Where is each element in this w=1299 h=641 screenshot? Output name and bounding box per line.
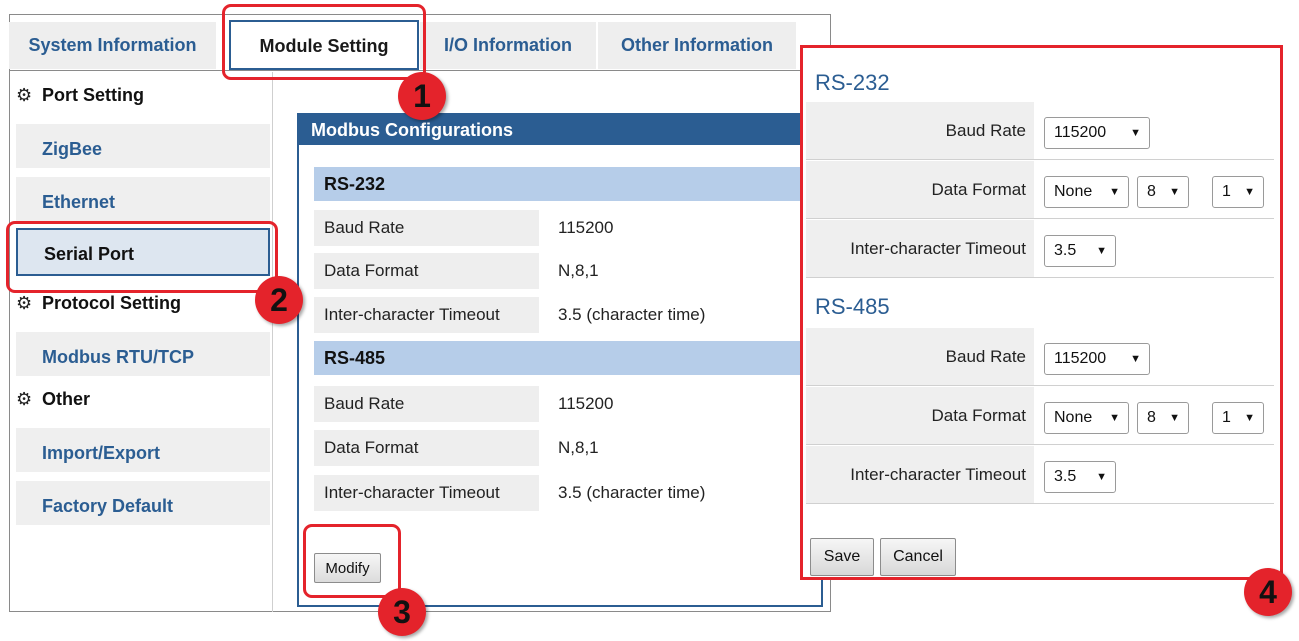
form-rs232-baud-row: Baud Rate 115200 ▼	[806, 102, 1274, 160]
sidebar-item-ethernet[interactable]: Ethernet	[16, 177, 270, 221]
form-rs485-heading: RS-485	[815, 294, 890, 319]
sidebar-section-label: Other	[42, 389, 91, 409]
form-rs485-baud-row: Baud Rate 115200 ▼	[806, 328, 1274, 386]
tab-other-information[interactable]: Other Information	[598, 22, 798, 69]
dropdown-arrow-icon: ▼	[1130, 127, 1141, 139]
form-rs232-heading: RS-232	[815, 70, 890, 95]
cancel-button[interactable]: Cancel	[880, 538, 956, 576]
row-value: 3.5 (character time)	[558, 305, 706, 324]
select-value: 8	[1147, 409, 1156, 426]
form-label: Data Format	[806, 387, 1034, 444]
select-value: 115200	[1054, 124, 1107, 141]
sidebar-item-zigbee[interactable]: ZigBee	[16, 124, 270, 168]
rs232-parity-select[interactable]: None ▼	[1044, 176, 1129, 208]
sidebar-divider	[272, 72, 273, 612]
step-badge-1: 1	[398, 72, 446, 120]
rs485-parity-select[interactable]: None ▼	[1044, 402, 1129, 434]
sidebar-item-modbus-rtu-tcp[interactable]: Modbus RTU/TCP	[16, 332, 270, 376]
dropdown-arrow-icon: ▼	[1096, 245, 1107, 257]
dropdown-arrow-icon: ▼	[1169, 412, 1180, 424]
rs232-baud-select[interactable]: 115200 ▼	[1044, 117, 1150, 149]
select-value: 8	[1147, 183, 1156, 200]
rs232-stopbits-select[interactable]: 1 ▼	[1212, 176, 1264, 208]
row-label: Inter-character Timeout	[314, 475, 539, 511]
select-value: 115200	[1054, 350, 1107, 367]
sidebar-item-import-export[interactable]: Import/Export	[16, 428, 270, 472]
gear-icon: ⚙	[16, 85, 33, 105]
sidebar-item-factory-default[interactable]: Factory Default	[16, 481, 270, 525]
select-value: 1	[1222, 409, 1231, 426]
gear-icon: ⚙	[16, 293, 33, 313]
select-value: None	[1054, 183, 1093, 200]
rs485-baud-select[interactable]: 115200 ▼	[1044, 343, 1150, 375]
form-label: Baud Rate	[806, 328, 1034, 385]
select-value: 1	[1222, 183, 1231, 200]
dropdown-arrow-icon: ▼	[1109, 186, 1120, 198]
sidebar-section-label: Protocol Setting	[42, 293, 181, 313]
rs485-heading: RS-485	[314, 341, 814, 375]
row-value: 115200	[558, 394, 614, 413]
dropdown-arrow-icon: ▼	[1096, 471, 1107, 483]
row-value: 3.5 (character time)	[558, 483, 706, 502]
dropdown-arrow-icon: ▼	[1109, 412, 1120, 424]
tab-io-information[interactable]: I/O Information	[420, 22, 598, 69]
form-rs232-format-row: Data Format None ▼ 8 ▼ 1 ▼	[806, 161, 1274, 219]
sidebar-section-port-setting: ⚙ Port Setting	[16, 78, 144, 112]
select-value: 3.5	[1054, 468, 1077, 485]
form-label: Inter-character Timeout	[806, 446, 1034, 503]
sidebar-section-other: ⚙ Other	[16, 382, 90, 416]
modbus-config-panel: Modbus Configurations RS-232 Baud Rate 1…	[297, 113, 823, 607]
sidebar-section-protocol-setting: ⚙ Protocol Setting	[16, 286, 181, 320]
rs485-databits-select[interactable]: 8 ▼	[1137, 402, 1189, 434]
form-label: Inter-character Timeout	[806, 220, 1034, 277]
row-value: N,8,1	[558, 438, 599, 457]
tab-underline	[9, 70, 831, 71]
step-badge-2: 2	[255, 276, 303, 324]
serial-edit-form: RS-232 Baud Rate 115200 ▼ Data Format Non…	[800, 45, 1283, 580]
row-label: Baud Rate	[314, 210, 539, 246]
modify-button[interactable]: Modify	[314, 553, 381, 583]
form-label: Data Format	[806, 161, 1034, 218]
form-rs232-timeout-row: Inter-character Timeout 3.5 ▼	[806, 220, 1274, 278]
row-label: Data Format	[314, 430, 539, 466]
sidebar-item-serial-port[interactable]: Serial Port	[16, 228, 270, 276]
save-button[interactable]: Save	[810, 538, 874, 576]
rs232-heading: RS-232	[314, 167, 814, 201]
row-label: Inter-character Timeout	[314, 297, 539, 333]
sidebar-section-label: Port Setting	[42, 85, 144, 105]
form-rs485-timeout-row: Inter-character Timeout 3.5 ▼	[806, 446, 1274, 504]
rs232-timeout-select[interactable]: 3.5 ▼	[1044, 235, 1116, 267]
form-rs485-format-row: Data Format None ▼ 8 ▼ 1 ▼	[806, 387, 1274, 445]
tab-system-information[interactable]: System Information	[9, 22, 218, 69]
step-badge-4: 4	[1244, 568, 1292, 616]
tab-bar: System Information Module Setting I/O In…	[9, 20, 809, 70]
dropdown-arrow-icon: ▼	[1130, 353, 1141, 365]
gear-icon: ⚙	[16, 389, 33, 409]
row-label: Baud Rate	[314, 386, 539, 422]
form-label: Baud Rate	[806, 102, 1034, 159]
rs485-timeout-select[interactable]: 3.5 ▼	[1044, 461, 1116, 493]
panel-title: Modbus Configurations	[299, 115, 821, 145]
select-value: 3.5	[1054, 242, 1077, 259]
row-label: Data Format	[314, 253, 539, 289]
tab-module-setting[interactable]: Module Setting	[229, 20, 419, 70]
row-value: N,8,1	[558, 261, 599, 280]
row-value: 115200	[558, 218, 614, 237]
step-badge-3: 3	[378, 588, 426, 636]
dropdown-arrow-icon: ▼	[1244, 186, 1255, 198]
rs485-stopbits-select[interactable]: 1 ▼	[1212, 402, 1264, 434]
dropdown-arrow-icon: ▼	[1244, 412, 1255, 424]
dropdown-arrow-icon: ▼	[1169, 186, 1180, 198]
rs232-databits-select[interactable]: 8 ▼	[1137, 176, 1189, 208]
select-value: None	[1054, 409, 1093, 426]
